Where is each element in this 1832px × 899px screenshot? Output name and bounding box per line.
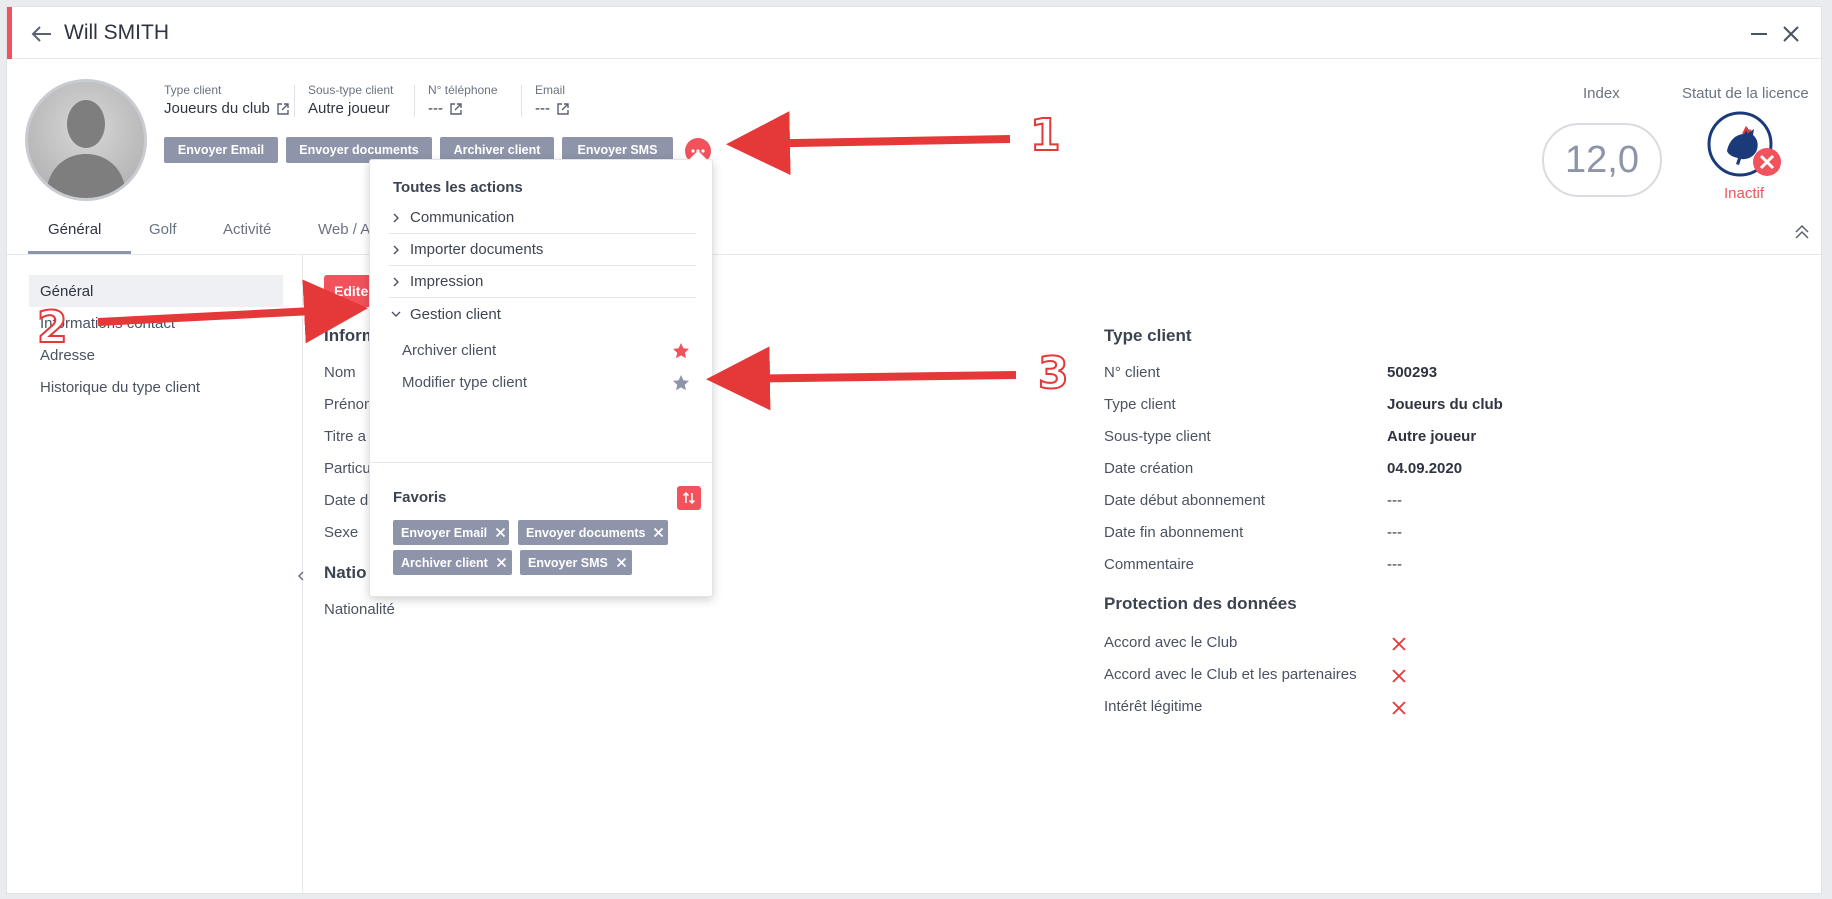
field-type-client: Type client Joueurs du club (164, 83, 290, 117)
consent-label: Intérêt légitime (1104, 698, 1203, 715)
menu-group-import[interactable]: Importer documents (388, 234, 696, 266)
menu-item-modify-type[interactable]: Modifier type client (402, 374, 527, 391)
sidebar-collapse-icon[interactable] (295, 570, 307, 582)
nationality-heading: Natio (324, 563, 367, 582)
title-bar: Will SMITH (7, 7, 1821, 59)
detail-value: Autre joueur (1387, 428, 1477, 445)
licence-label: Statut de la licence (1682, 85, 1809, 102)
sort-favorites-button[interactable] (677, 486, 701, 510)
licence-status: Inactif (1724, 185, 1765, 202)
minimize-icon[interactable] (1748, 23, 1770, 45)
favorites-title: Favoris (393, 489, 447, 506)
title-accent-bar (7, 7, 12, 59)
detail-label: Type client (1104, 396, 1176, 413)
back-arrow-icon[interactable] (29, 21, 55, 47)
menu-group-communication[interactable]: Communication (388, 202, 696, 234)
sort-arrows-icon (682, 491, 696, 505)
field-separator (294, 85, 295, 117)
chevron-right-icon (393, 213, 399, 222)
detail-label: Date début abonnement (1104, 492, 1265, 509)
detail-label: Date fin abonnement (1104, 524, 1244, 541)
field-email: Email --- (535, 83, 570, 117)
avatar[interactable] (25, 79, 147, 201)
actions-dropdown-menu: Toutes les actions Communication Importe… (369, 150, 713, 597)
index-label: Index (1583, 85, 1620, 102)
field-telephone: N° téléphone --- (428, 83, 498, 117)
detail-label: Sous-type client (1104, 428, 1211, 445)
tab-golf[interactable]: Golf (149, 221, 177, 238)
favorite-chip-send-sms[interactable]: Envoyer SMS (520, 550, 632, 575)
consent-label: Accord avec le Club (1104, 634, 1238, 651)
external-link-icon[interactable] (276, 102, 290, 116)
detail-label: Commentaire (1104, 556, 1195, 573)
menu-group-print[interactable]: Impression (388, 266, 696, 298)
detail-value: 500293 (1387, 364, 1438, 381)
send-email-button[interactable]: Envoyer Email (164, 137, 278, 163)
menu-divider (370, 462, 712, 463)
detail-value: --- (1387, 556, 1402, 573)
rooster-licence-icon (1707, 111, 1781, 177)
remove-icon[interactable] (616, 557, 627, 568)
index-value: 12,0 (1542, 123, 1662, 197)
detail-label: N° client (1104, 364, 1161, 381)
menu-title: Toutes les actions (393, 179, 523, 196)
field-separator (521, 85, 522, 117)
detail-value: Joueurs du club (1387, 396, 1503, 413)
favorite-chip-archive-client[interactable]: Archiver client (393, 550, 512, 575)
cross-icon (1392, 637, 1406, 651)
window-title: Will SMITH (64, 21, 169, 44)
tab-general[interactable]: Général (48, 221, 101, 238)
annotation-number-3: 3 (1037, 347, 1070, 400)
detail-value: --- (1387, 492, 1402, 509)
tab-web[interactable]: Web / A (318, 221, 370, 238)
external-link-icon[interactable] (449, 102, 463, 116)
nationality-label: Nationalité (324, 601, 395, 618)
close-icon[interactable] (1780, 23, 1802, 45)
client-window: Will SMITH Type client Joueurs du club S… (6, 6, 1822, 895)
detail-value: --- (1387, 524, 1402, 541)
chevron-down-icon (391, 311, 401, 317)
field-separator (414, 85, 415, 117)
field-label: Particu (324, 460, 371, 477)
detail-label: Date création (1104, 460, 1194, 477)
sidebar-item-historique[interactable]: Historique du type client (29, 371, 283, 403)
field-label: Sexe (324, 524, 359, 541)
chevron-right-icon (393, 277, 399, 286)
field-label: Date d (324, 492, 369, 509)
cross-icon (1392, 669, 1406, 683)
star-filled-icon[interactable] (672, 342, 690, 360)
field-label: Titre a (324, 428, 366, 445)
favorite-chip-send-documents[interactable]: Envoyer documents (518, 520, 668, 545)
field-label: Nom (324, 364, 356, 381)
cross-icon (1392, 701, 1406, 715)
collapse-up-icon[interactable] (1793, 223, 1811, 241)
edit-button[interactable]: Edite (324, 275, 370, 307)
field-sous-type: Sous-type client Autre joueur (308, 83, 394, 117)
menu-group-client-management[interactable]: Gestion client (388, 298, 696, 330)
annotation-number-2: 2 (36, 301, 69, 354)
chevron-right-icon (393, 245, 399, 254)
favorite-chip-send-email[interactable]: Envoyer Email (393, 520, 509, 545)
external-link-icon[interactable] (556, 102, 570, 116)
tab-activite[interactable]: Activité (223, 221, 271, 238)
star-icon[interactable] (672, 374, 690, 392)
type-client-heading: Type client (1104, 326, 1192, 345)
annotation-number-1: 1 (1029, 109, 1062, 162)
remove-icon[interactable] (496, 557, 507, 568)
remove-icon[interactable] (495, 527, 506, 538)
menu-item-archive-client[interactable]: Archiver client (402, 342, 496, 359)
person-silhouette-icon (46, 100, 126, 198)
remove-icon[interactable] (653, 527, 664, 538)
data-protection-heading: Protection des données (1104, 594, 1297, 613)
consent-label: Accord avec le Club et les partenaires (1104, 666, 1357, 683)
detail-value: 04.09.2020 (1387, 460, 1463, 477)
